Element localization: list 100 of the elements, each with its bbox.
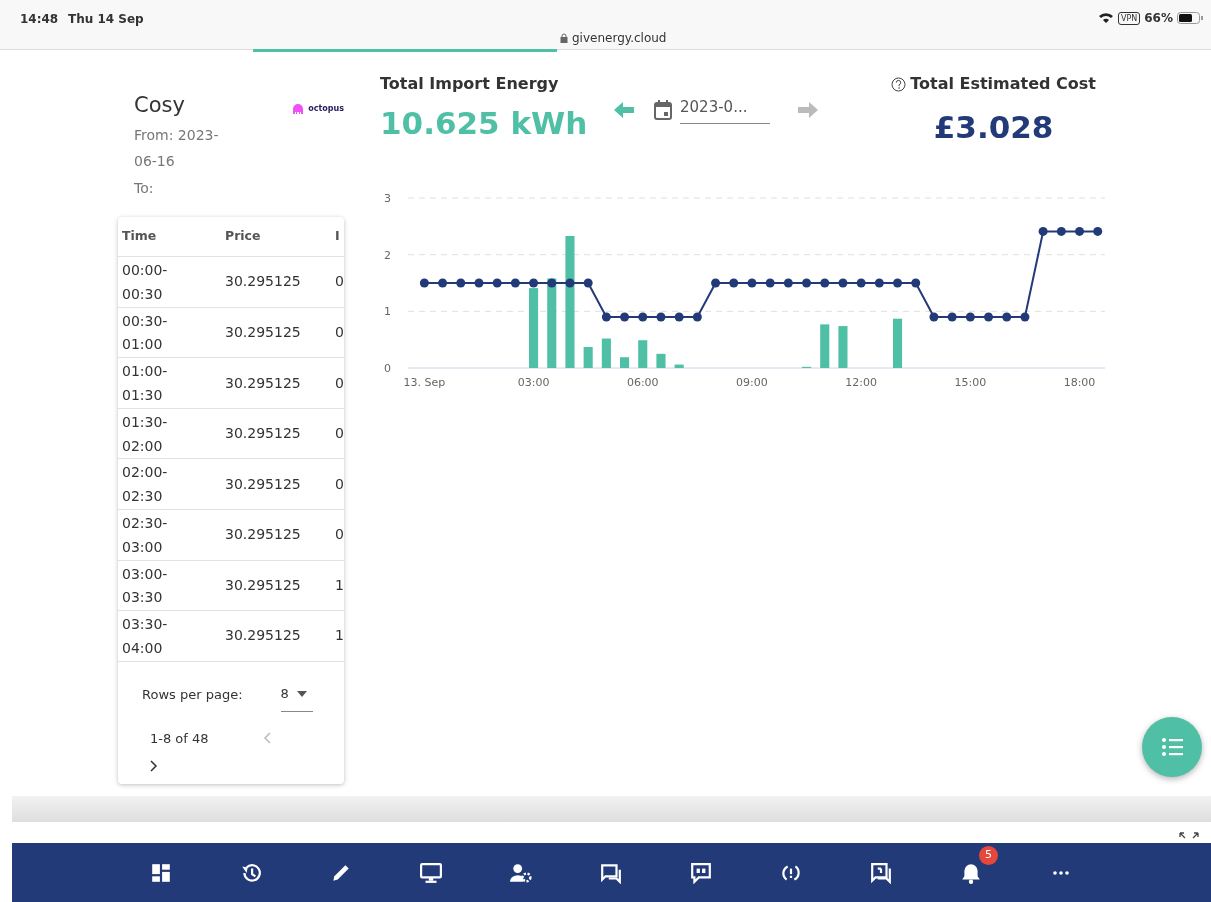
bell-icon: [960, 861, 982, 884]
data-point: [783, 278, 793, 287]
table-cell-text: 30.295125: [224, 575, 302, 595]
wifi-icon: [1098, 12, 1114, 24]
rows-per-page-select[interactable]: 8: [280, 677, 313, 713]
data-point: [838, 278, 848, 287]
column-header[interactable]: Time: [118, 217, 221, 257]
data-point: [711, 278, 721, 287]
table-cell-text: 03:00-03:30: [121, 564, 169, 608]
date-field[interactable]: 2023-0...: [680, 96, 770, 124]
import-label: Total Import Energy: [380, 73, 560, 95]
chat-icon: [600, 861, 622, 884]
table-cell-text: 30.295125: [224, 474, 302, 494]
bar: [601, 338, 611, 368]
data-point: [820, 278, 830, 287]
data-point: [911, 278, 921, 287]
column-header[interactable]: I: [331, 217, 344, 257]
import-value: 10.625 kWh: [380, 104, 589, 143]
tariff-to-date: To:: [134, 178, 155, 198]
table-cell-text: 00:30-01:00: [121, 311, 169, 355]
lock-icon: [560, 33, 568, 43]
bar: [638, 339, 648, 368]
data-point: [965, 312, 975, 321]
table-cell-text: 0: [334, 525, 344, 545]
table-cell-text: 30.295125: [224, 424, 302, 444]
data-point: [729, 278, 739, 287]
arrow-right-icon: [798, 101, 818, 118]
expand-icon[interactable]: [1179, 832, 1199, 840]
table-cell-text: 02:30-03:00: [121, 514, 169, 557]
tariff-from-date: From: 2023-06-16: [134, 125, 220, 172]
data-point: [529, 278, 539, 287]
bar: [583, 346, 593, 368]
x-tick-label: 18:00: [1063, 375, 1096, 389]
quote-bubble-icon: [690, 861, 712, 884]
x-tick-label: 15:00: [954, 375, 987, 389]
table-cell-text: 1: [334, 626, 344, 646]
monitor-icon: [420, 861, 442, 884]
data-point: [638, 312, 648, 321]
vpn-indicator: VPN: [1118, 11, 1141, 25]
data-point: [547, 278, 557, 287]
table-cell-text: 02:00-02:30: [121, 463, 169, 507]
user-settings-icon: [510, 861, 532, 884]
cost-value: £3.028: [932, 108, 1055, 147]
history-icon: [240, 861, 262, 884]
chevron-right-icon: [150, 760, 158, 773]
data-point: [674, 312, 684, 321]
chevron-left-icon: [262, 732, 271, 745]
data-point: [1002, 312, 1012, 321]
data-point: [583, 278, 593, 287]
url-text[interactable]: givenergy.cloud: [572, 29, 667, 47]
bar: [838, 325, 848, 368]
table-cell-text: 30.295125: [224, 626, 302, 646]
table-cell-text: 0: [334, 424, 344, 444]
tariff-name: Cosy: [134, 92, 186, 119]
table-cell-text: 30.295125: [224, 272, 302, 292]
table-cell-text: 1: [334, 575, 344, 595]
question-chat-icon: [870, 861, 892, 884]
column-header[interactable]: Price: [221, 217, 331, 257]
data-point: [802, 278, 812, 287]
bar: [893, 318, 903, 368]
cost-label: Total Estimated Cost: [910, 73, 1096, 95]
data-point: [1075, 226, 1084, 236]
data-point: [874, 278, 884, 287]
data-point: [1020, 312, 1030, 321]
table-cell-text: 01:00-01:30: [121, 362, 169, 405]
data-point: [856, 278, 866, 287]
data-point: [474, 278, 484, 287]
data-point: [565, 278, 575, 287]
table-cell-text: 01:30-02:00: [121, 412, 169, 456]
data-point: [747, 278, 757, 287]
page-range: 1-8 of 48: [149, 729, 209, 748]
data-point: [492, 278, 502, 287]
bar: [620, 356, 630, 368]
x-tick-label: 06:00: [626, 375, 659, 389]
data-point: [438, 278, 448, 287]
bar: [820, 323, 830, 368]
rows-per-page-label: Rows per page:: [142, 686, 243, 705]
help-icon[interactable]: [891, 76, 907, 92]
y-tick-label: 2: [384, 248, 391, 262]
arrow-left-icon: [614, 101, 634, 118]
table-cell-text: 0: [334, 322, 344, 342]
data-point: [510, 278, 520, 287]
data-point: [929, 312, 939, 321]
list-icon: [1161, 737, 1183, 757]
y-tick-label: 3: [384, 191, 391, 205]
data-point: [692, 312, 702, 321]
table-cell-text: 03:30-04:00: [121, 615, 169, 658]
battery-percent: 66%: [1144, 10, 1173, 27]
y-tick-label: 1: [384, 304, 391, 318]
data-point: [620, 312, 630, 321]
table-cell-text: 0: [334, 373, 344, 393]
more-icon: [1050, 869, 1072, 876]
x-tick-label: 03:00: [517, 375, 550, 389]
data-point: [656, 312, 666, 321]
bar: [656, 353, 666, 368]
data-point: [947, 312, 957, 321]
data-point: [1038, 226, 1048, 236]
table-cell-text: 30.295125: [224, 525, 302, 545]
data-point: [984, 312, 994, 321]
data-point: [456, 278, 466, 287]
